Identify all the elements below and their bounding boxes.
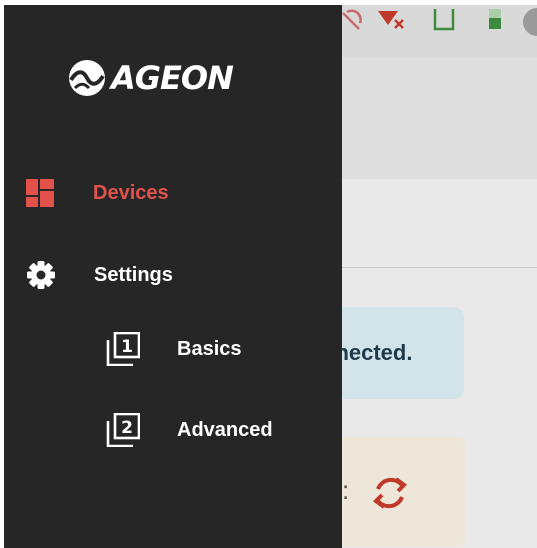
sync-colon: :	[342, 475, 350, 505]
nav-item-settings[interactable]: Settings	[26, 260, 173, 290]
battery-icon	[489, 9, 501, 29]
nav-item-basics[interactable]: 1 Basics	[106, 332, 242, 366]
dashboard-icon	[26, 179, 54, 207]
svg-text:2: 2	[121, 418, 133, 438]
navigation-drawer: AGEON Devices Settings 1 Basics 2 Advanc…	[4, 5, 342, 548]
sync-icon[interactable]	[370, 471, 410, 515]
nav-item-advanced-label: Advanced	[177, 418, 273, 441]
wifi-off-icon	[378, 11, 404, 29]
filter-1-icon: 1	[106, 332, 140, 366]
ageon-logo-icon	[69, 60, 105, 96]
connection-status-card: nnected.	[322, 307, 464, 399]
nav-item-devices-label: Devices	[93, 181, 169, 204]
alarm-off-icon	[342, 9, 362, 30]
nav-item-advanced[interactable]: 2 Advanced	[106, 413, 273, 447]
filter-2-icon: 2	[106, 413, 140, 447]
brand-logo: AGEON	[67, 57, 234, 99]
svg-text:1: 1	[121, 337, 133, 357]
nav-item-settings-label: Settings	[94, 263, 173, 286]
nav-item-devices[interactable]: Devices	[26, 179, 169, 207]
menu-avatar-icon	[523, 8, 537, 36]
sync-card: :	[322, 437, 466, 547]
brand-name: AGEON	[111, 59, 234, 97]
gear-icon	[26, 260, 56, 290]
nav-item-basics-label: Basics	[177, 337, 242, 360]
sd-card-icon	[433, 9, 455, 31]
